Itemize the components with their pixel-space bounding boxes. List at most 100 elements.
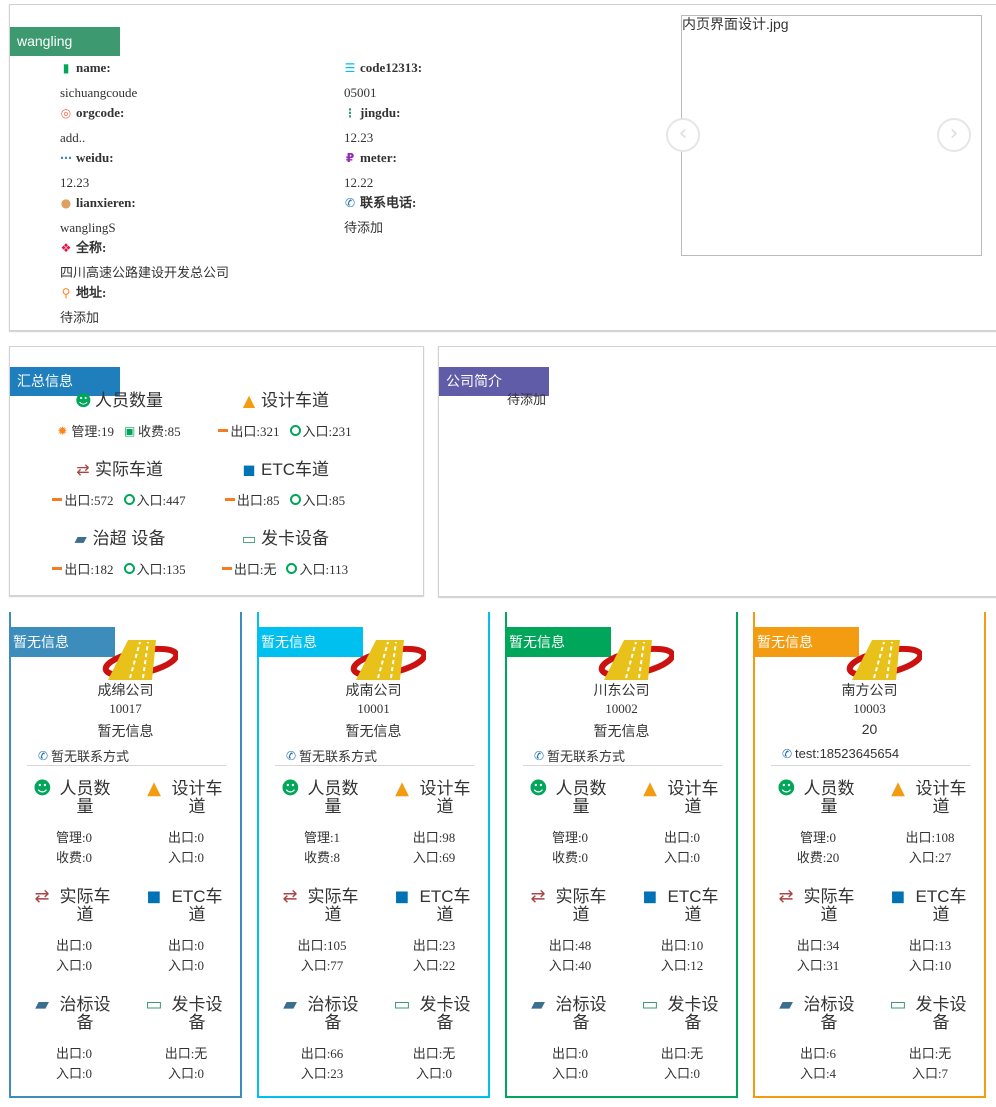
company-stat: ▲ 设计车道 出口:98 入口:69: [379, 780, 489, 868]
circle-icon: [289, 494, 301, 505]
ruble-icon: ₽: [345, 151, 355, 165]
summary-value-text: 出口:无: [233, 562, 277, 577]
car-icon: ◼: [146, 886, 162, 907]
gallery-next-button[interactable]: ›: [937, 118, 971, 152]
company-stat: ⇄ 实际车道 出口:105 入口:77: [267, 888, 377, 976]
field-label-text: jingdu:: [360, 105, 401, 120]
divider: [27, 765, 226, 766]
stat-line: 出口:23: [412, 938, 456, 953]
phone-text: 暂无联系方式: [547, 749, 626, 764]
summary-value-text: 入口:85: [302, 493, 346, 508]
stat-title-text: 治标设备: [803, 995, 855, 1032]
field-label-text: lianxieren:: [76, 195, 136, 210]
users-icon: ☻: [529, 778, 548, 799]
company-code: 10017: [109, 701, 142, 716]
field-value: 12.22: [344, 175, 374, 190]
stat-line: 出口:0: [167, 830, 205, 845]
stat-title-text: 实际车道: [59, 887, 111, 924]
summary-group: ▲ 设计车道 出口:321 入口:231: [190, 389, 380, 440]
company-stat: ▭ 发卡设备 出口:无 入口:0: [379, 996, 489, 1084]
stat-title: ▭ 发卡设备: [379, 996, 489, 1032]
phone-icon: ✆: [285, 748, 297, 763]
stat-line: 出口:66: [300, 1046, 344, 1061]
stat-title-text: 设计车道: [667, 779, 719, 816]
company-code: 10002: [605, 701, 638, 716]
circle-icon: [286, 563, 298, 574]
dash-icon: [52, 498, 63, 501]
company-logo: [592, 640, 676, 680]
phone-text: 暂无联系方式: [299, 749, 378, 764]
stat-title: ▰ 治标设备: [763, 996, 873, 1032]
stat-line: 管理:1: [303, 830, 341, 845]
gallery-prev-button[interactable]: ‹: [666, 118, 700, 152]
ellipsis-horizontal-icon: ⋯: [60, 151, 72, 165]
stat-line: 收费:8: [303, 850, 341, 865]
stat-title: ◼ ETC车道: [379, 888, 489, 924]
company-stat: ▭ 发卡设备 出口:无 入口:7: [875, 996, 985, 1084]
company-desc: 暂无信息: [345, 723, 402, 739]
field-label-text: meter:: [360, 150, 397, 165]
summary-value-text: 出口:182: [64, 562, 114, 577]
users-icon: ☻: [75, 391, 92, 410]
summary-group-label: 发卡设备: [261, 529, 329, 548]
summary-group: ⇄ 实际车道 出口:572 入口:447: [24, 458, 214, 509]
company-stat: ⇄ 实际车道 出口:0 入口:0: [19, 888, 129, 976]
stat-title-text: 设计车道: [915, 779, 967, 816]
truck-icon: ▰: [531, 994, 545, 1015]
circle-icon: [123, 563, 135, 574]
stat-line: 管理:0: [55, 830, 93, 845]
stat-line: 入口:0: [415, 1066, 453, 1081]
stat-line: 出口:108: [905, 830, 955, 845]
stat-title: ◼ ETC车道: [875, 888, 985, 924]
summary-group-label: 治超 设备: [92, 529, 166, 548]
credit-card-icon: ▭: [889, 994, 907, 1015]
stat-values: 管理:0 收费:20: [763, 828, 873, 868]
stat-values: 出口:无 入口:0: [131, 1044, 241, 1084]
stat-title: ☻ 人员数量: [763, 780, 873, 816]
company-stat: ▭ 发卡设备 出口:无 入口:0: [627, 996, 737, 1084]
stat-line: 出口:10: [660, 938, 704, 953]
summary-value: ✹ 管理:19: [57, 421, 114, 440]
divider: [523, 765, 722, 766]
divider: [771, 765, 970, 766]
company-desc: 暂无信息: [97, 723, 154, 739]
stat-line: 入口:0: [55, 958, 93, 973]
stat-title-text: 治标设备: [555, 995, 607, 1032]
company-intro-panel: 公司简介 待添加: [438, 346, 996, 597]
stat-title-text: 人员数量: [59, 779, 111, 816]
stat-values: 出口:0 入口:0: [515, 1044, 625, 1084]
summary-group-values: ✹ 管理:19 ▣ 收费:85: [24, 421, 214, 440]
stat-values: 出口:10 入口:12: [627, 936, 737, 976]
stat-title-text: 实际车道: [803, 887, 855, 924]
stat-title: ◼ ETC车道: [627, 888, 737, 924]
truck-icon: ▰: [283, 994, 297, 1015]
truck-icon: ▰: [35, 994, 49, 1015]
phone-text: 暂无联系方式: [51, 749, 130, 764]
truck-icon: ▰: [74, 529, 87, 548]
company-phone: ✆ 暂无联系方式: [533, 746, 625, 765]
summary-value: 出口:321: [218, 421, 280, 440]
company-name: 南方公司: [841, 682, 898, 698]
stat-line: 入口:0: [167, 958, 205, 973]
stat-line: 出口:0: [551, 1046, 589, 1061]
company-stat: ▰ 治标设备 出口:66 入口:23: [267, 996, 377, 1084]
info-field: ₽ meter: 12.22: [344, 148, 624, 192]
summary-group-label: 人员数量: [95, 391, 163, 410]
stat-title: ▲ 设计车道: [627, 780, 737, 816]
stat-title-text: 人员数量: [803, 779, 855, 816]
stat-line: 管理:0: [799, 830, 837, 845]
stat-title: ▲ 设计车道: [131, 780, 241, 816]
stat-values: 出口:23 入口:22: [379, 936, 489, 976]
stat-values: 出口:0 入口:0: [19, 936, 129, 976]
stat-line: 入口:0: [663, 1066, 701, 1081]
company-card: 暂无信息 成绵公司 10017 暂无信息 ✆ 暂无联系方式 ☻ 人员数量 管理:0 收费:0 ▲ 设计…: [9, 612, 242, 1098]
list-icon: ☰: [344, 61, 356, 75]
panel-title: wangling: [10, 27, 120, 56]
summary-value: 入口:85: [289, 490, 346, 509]
stat-values: 出口:6 入口:4: [763, 1044, 873, 1084]
stat-line: 出口:0: [55, 938, 93, 953]
stat-title-text: 治标设备: [59, 995, 111, 1032]
stat-values: 出口:34 入口:31: [763, 936, 873, 976]
stat-title: ▭ 发卡设备: [875, 996, 985, 1032]
stat-line: 入口:69: [412, 850, 456, 865]
